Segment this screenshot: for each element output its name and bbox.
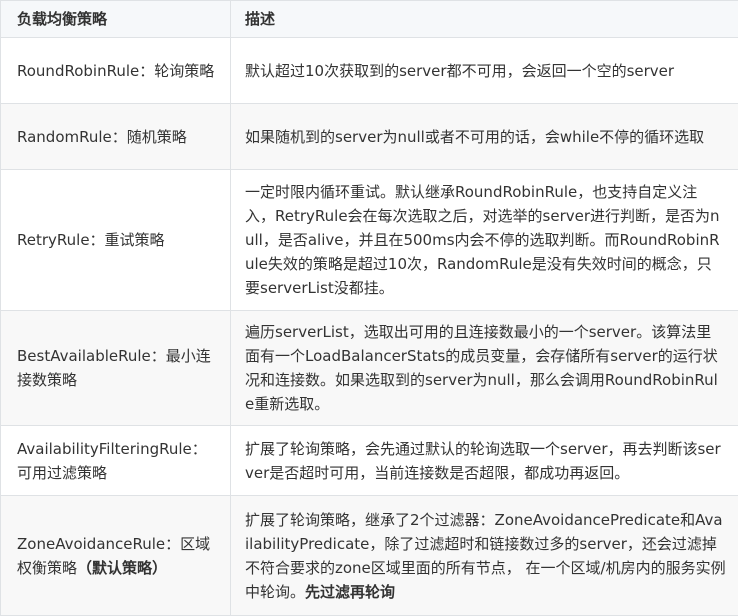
table-row: ZoneAvoidanceRule：区域权衡策略（默认策略） 扩展了轮询策略，继… <box>1 496 738 616</box>
table-row: RoundRobinRule：轮询策略 默认超过10次获取到的server都不可… <box>1 38 738 104</box>
strategy-description: 一定时限内循环重试。默认继承RoundRobinRule，也支持自定义注入，Re… <box>245 183 720 297</box>
strategy-name-cell: AvailabilityFilteringRule：可用过滤策略 <box>1 426 231 496</box>
description-cell: 默认超过10次获取到的server都不可用，会返回一个空的server <box>231 38 738 104</box>
table-row: AvailabilityFilteringRule：可用过滤策略 扩展了轮询策略… <box>1 426 738 496</box>
description-cell: 一定时限内循环重试。默认继承RoundRobinRule，也支持自定义注入，Re… <box>231 170 738 311</box>
strategy-table: 负载均衡策略 描述 RoundRobinRule：轮询策略 默认超过10次获取到… <box>0 0 738 616</box>
strategy-description: 扩展了轮询策略，会先通过默认的轮询选取一个server，再去判断该server是… <box>245 440 721 482</box>
strategy-description: 默认超过10次获取到的server都不可用，会返回一个空的server <box>245 62 674 80</box>
strategy-name-cell: RetryRule：重试策略 <box>1 170 231 311</box>
strategy-name: BestAvailableRule：最小连接数策略 <box>17 347 211 389</box>
strategy-description: 如果随机到的server为null或者不可用的话，会while不停的循环选取 <box>245 128 704 146</box>
header-strategy: 负载均衡策略 <box>1 1 231 38</box>
emphasis-text: 先过滤再轮询 <box>305 583 395 601</box>
description-cell: 如果随机到的server为null或者不可用的话，会while不停的循环选取 <box>231 104 738 170</box>
description-cell: 扩展了轮询策略，会先通过默认的轮询选取一个server，再去判断该server是… <box>231 426 738 496</box>
strategy-name-cell: RandomRule：随机策略 <box>1 104 231 170</box>
strategy-name-cell: RoundRobinRule：轮询策略 <box>1 38 231 104</box>
strategy-name-cell: BestAvailableRule：最小连接数策略 <box>1 311 231 426</box>
table-row: BestAvailableRule：最小连接数策略 遍历serverList，选… <box>1 311 738 426</box>
default-strategy-label: （默认策略） <box>77 559 167 577</box>
table-header-row: 负载均衡策略 描述 <box>1 1 738 38</box>
strategy-description: 遍历serverList，选取出可用的且连接数最小的一个server。该算法里面… <box>245 323 718 413</box>
header-description: 描述 <box>231 1 738 38</box>
strategy-name: RandomRule：随机策略 <box>17 128 187 146</box>
table-row: RandomRule：随机策略 如果随机到的server为null或者不可用的话… <box>1 104 738 170</box>
description-cell: 扩展了轮询策略，继承了2个过滤器：ZoneAvoidancePredicate和… <box>231 496 738 616</box>
table-row: RetryRule：重试策略 一定时限内循环重试。默认继承RoundRobinR… <box>1 170 738 311</box>
strategy-name: RetryRule：重试策略 <box>17 231 165 249</box>
description-cell: 遍历serverList，选取出可用的且连接数最小的一个server。该算法里面… <box>231 311 738 426</box>
strategy-name-cell: ZoneAvoidanceRule：区域权衡策略（默认策略） <box>1 496 231 616</box>
strategy-name: AvailabilityFilteringRule：可用过滤策略 <box>17 440 207 482</box>
strategy-name: RoundRobinRule：轮询策略 <box>17 62 214 80</box>
